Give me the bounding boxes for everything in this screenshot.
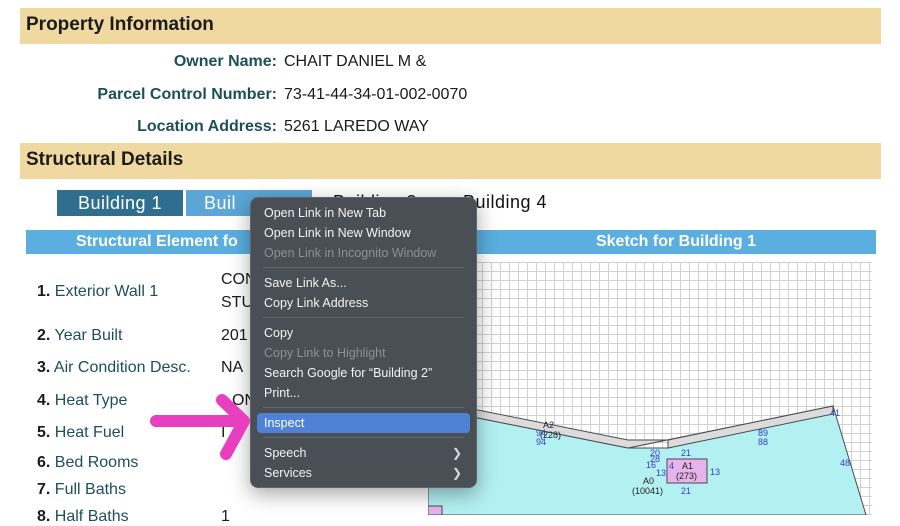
air-condition-value: NA xyxy=(221,359,244,376)
menu-services[interactable]: Services ❯ xyxy=(257,463,470,483)
sketch-area-corner xyxy=(428,505,443,515)
menu-open-incognito: Open Link in Incognito Window xyxy=(264,246,437,260)
address-value: 5261 LAREDO WAY xyxy=(284,118,429,135)
half-baths-value: 1 xyxy=(221,508,230,525)
menu-open-new-window[interactable]: Open Link in New Window xyxy=(257,223,470,243)
menu-speech-label: Speech xyxy=(264,446,307,460)
tab-building-1[interactable]: Building 1 xyxy=(57,190,183,216)
exterior-wall-value-2: STU xyxy=(221,294,253,311)
sketch-label-4: 4 xyxy=(669,461,675,471)
menu-open-new-tab[interactable]: Open Link in New Tab xyxy=(257,203,470,223)
sketch-label-a0: A0 xyxy=(643,476,655,486)
chevron-right-icon: ❯ xyxy=(451,446,462,460)
sketch-label-94: 94 xyxy=(536,437,547,447)
sketch-label-a1-area: (273) xyxy=(676,471,698,481)
menu-speech[interactable]: Speech ❯ xyxy=(257,443,470,463)
year-built-value: 201 xyxy=(221,327,248,344)
sketch-label-48: 48 xyxy=(840,458,851,468)
sketch-label-13a: 13 xyxy=(656,468,667,478)
menu-separator xyxy=(263,317,464,318)
chevron-right-icon: ❯ xyxy=(451,466,462,480)
menu-services-label: Services xyxy=(264,466,312,480)
menu-search-google[interactable]: Search Google for “Building 2” xyxy=(257,363,470,383)
parcel-value: 73-41-44-34-01-002-0070 xyxy=(284,86,468,103)
sketch-label-88: 88 xyxy=(758,437,769,447)
menu-inspect[interactable]: Inspect xyxy=(257,413,470,433)
row-year-built: 2. Year Built xyxy=(37,327,123,344)
owner-label: Owner Name: xyxy=(173,53,277,70)
menu-copy-link-to-highlight: Copy Link to Highlight xyxy=(264,346,386,360)
sketch-label-a1: A1 xyxy=(682,461,694,471)
pointer-arrow-icon xyxy=(150,394,250,460)
sketch-label-21b: 21 xyxy=(681,486,692,496)
structural-element-header: Structural Element fo xyxy=(26,230,256,254)
address-label: Location Address: xyxy=(137,118,277,135)
row-heat-type: 4. Heat Type xyxy=(37,392,128,409)
row-air-condition: 3. Air Condition Desc. xyxy=(37,359,191,376)
row-full-baths: 7. Full Baths xyxy=(37,481,126,498)
context-menu: Open Link in New Tab Open Link in New Wi… xyxy=(250,197,477,488)
menu-separator xyxy=(263,407,464,408)
menu-save-link-as[interactable]: Save Link As... xyxy=(257,273,470,293)
sketch-label-a0-area: (10041) xyxy=(632,486,664,496)
row-half-baths: 8. Half Baths xyxy=(37,508,129,525)
menu-separator xyxy=(263,437,464,438)
menu-separator xyxy=(263,267,464,268)
parcel-label: Parcel Control Number: xyxy=(97,86,277,103)
row-bed-rooms: 6. Bed Rooms xyxy=(37,454,139,471)
menu-copy[interactable]: Copy xyxy=(257,323,470,343)
sketch-label-21a: 21 xyxy=(681,448,692,458)
row-heat-fuel: 5. Heat Fuel xyxy=(37,424,125,441)
owner-value: CHAIT DANIEL M & xyxy=(284,53,427,70)
sketch-label-16: 16 xyxy=(646,460,657,470)
building-sketch: A2 (228) 94 94 20 28 16 13 4 A1 (273) 13… xyxy=(428,262,872,515)
structural-details-title: Structural Details xyxy=(26,149,184,170)
sketch-label-13b: 13 xyxy=(710,467,721,477)
sketch-label-41: 41 xyxy=(830,408,841,418)
row-exterior-wall: 1. Exterior Wall 1 xyxy=(37,283,159,300)
property-info-title: Property Information xyxy=(26,14,214,35)
structural-details-bar: Structural Details xyxy=(20,143,881,179)
sketch-header: Sketch for Building 1 xyxy=(476,230,876,254)
menu-print[interactable]: Print... xyxy=(257,383,470,403)
menu-copy-link-address[interactable]: Copy Link Address xyxy=(257,293,470,313)
property-info-bar: Property Information xyxy=(20,8,881,44)
